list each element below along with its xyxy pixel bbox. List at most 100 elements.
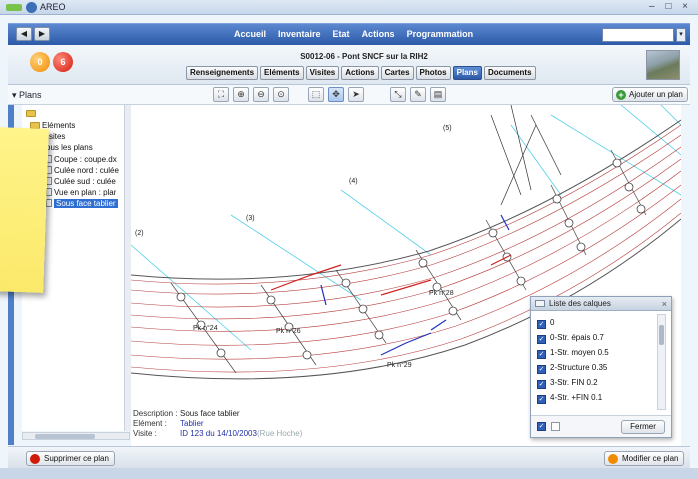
plan-toolbar: ▾ Plans ⛶ ⊕ ⊖ ⊙ ⬚ ✥ ➤ ⤡ ✎ ▤ + Ajouter un… — [8, 85, 690, 105]
tree-item-coupe[interactable]: Coupe : coupe.dx — [46, 155, 117, 166]
tab-documents[interactable]: Documents — [483, 66, 536, 80]
tab-actions[interactable]: Actions — [341, 66, 379, 80]
search-dropdown-icon[interactable]: ▾ — [676, 28, 686, 42]
description-label: Description : — [133, 409, 178, 418]
layers-panel: Liste des calques × ✓ 0 ✓ 0-Str. épais 0.7… — [530, 296, 672, 438]
zoom-reset-icon[interactable]: ⊙ — [273, 87, 289, 102]
alert-badge-orange[interactable]: 0 — [30, 52, 50, 72]
nav-links: Accueil Inventaire Etat Actions Programm… — [234, 29, 473, 39]
delete-plan-label: Supprimer ce plan — [44, 454, 109, 463]
layer-item[interactable]: ✓ 1-Str. moyen 0.5 — [537, 347, 609, 359]
scrollbar-thumb[interactable] — [35, 434, 95, 439]
structure-tabs: Renseignements Eléments Visites Actions … — [186, 66, 536, 80]
back-button[interactable]: ◀ — [16, 27, 32, 41]
forward-button[interactable]: ▶ — [34, 27, 50, 41]
nav-link-accueil[interactable]: Accueil — [234, 29, 266, 39]
tree-root[interactable] — [26, 109, 38, 120]
layers-scrollbar[interactable] — [657, 314, 666, 410]
pile-label-26: Pk n°26 — [276, 327, 301, 335]
close-icon[interactable]: × — [662, 297, 667, 311]
tab-visites[interactable]: Visites — [305, 66, 340, 80]
element-value[interactable]: Tablier — [180, 419, 204, 428]
page-title: S0012-06 - Pont SNCF sur la RIH2 — [300, 52, 428, 61]
layer-item[interactable]: ✓ 4-Str. +FIN 0.1 — [537, 392, 602, 404]
tree-horizontal-scrollbar[interactable] — [22, 432, 130, 440]
plans-section-toggle[interactable]: ▾ Plans — [12, 90, 42, 101]
select-zoom-icon[interactable]: ⬚ — [308, 87, 324, 102]
tree-item-culee-nord[interactable]: Culée nord : culée — [46, 166, 119, 177]
zoom-out-icon[interactable]: ⊖ — [253, 87, 269, 102]
edit-plan-label: Modifier ce plan — [622, 454, 679, 463]
pile-label-24: Pk n°24 — [193, 324, 218, 332]
structure-photo-thumbnail[interactable] — [646, 50, 680, 80]
app-icon — [26, 2, 37, 13]
pile-label-28: Pk n°28 — [429, 289, 454, 297]
plan-info: Description : Sous face tablier Elément :… — [133, 409, 302, 439]
visite-label: Visite : — [133, 429, 157, 438]
pile-label-29: Pk n°29 — [387, 361, 412, 369]
section-label-4: (4) — [349, 178, 358, 185]
add-plan-button[interactable]: + Ajouter un plan — [612, 87, 688, 102]
tab-plans[interactable]: Plans — [452, 66, 482, 80]
battery-icon — [6, 4, 22, 11]
add-plan-label: Ajouter un plan — [629, 90, 683, 99]
checkbox-icon[interactable]: ✓ — [537, 320, 546, 329]
checkbox-icon[interactable]: ✓ — [537, 335, 546, 344]
tree-vertical-scrollbar[interactable] — [124, 105, 131, 431]
layers-footer: ✓ Fermer — [531, 415, 671, 437]
delete-plan-button[interactable]: Supprimer ce plan — [26, 451, 115, 466]
tab-cartes[interactable]: Cartes — [380, 66, 414, 80]
layer-item[interactable]: ✓ 0 — [537, 317, 554, 329]
description-value: Sous face tablier — [180, 409, 240, 418]
pencil-icon[interactable]: ✎ — [410, 87, 426, 102]
edit-plan-button[interactable]: Modifier ce plan — [604, 451, 685, 466]
pan-icon[interactable]: ✥ — [328, 87, 344, 102]
select-all-checkbox[interactable]: ✓ — [537, 422, 546, 431]
section-label-2: (2) — [135, 230, 144, 237]
window-bottom-edge — [0, 468, 698, 479]
layer-item[interactable]: ✓ 0-Str. épais 0.7 — [537, 332, 604, 344]
zoom-in-icon[interactable]: ⊕ — [233, 87, 249, 102]
tree-item-sous-face-tablier[interactable]: Sous face tablier — [46, 199, 118, 210]
tab-elements[interactable]: Eléments — [260, 66, 304, 80]
nav-link-etat[interactable]: Etat — [333, 29, 350, 39]
layers-icon[interactable]: ▤ — [430, 87, 446, 102]
visite-note: (Rue Hoche) — [256, 429, 303, 438]
tree-item-vue-en-plan[interactable]: Vue en plan : plar — [46, 188, 116, 199]
checkbox-icon[interactable]: ✓ — [537, 380, 546, 389]
checkbox-icon[interactable]: ✓ — [537, 350, 546, 359]
document-icon — [46, 188, 52, 196]
nav-link-programmation[interactable]: Programmation — [407, 29, 474, 39]
tree-item-culee-sud[interactable]: Culée sud : culée — [46, 177, 116, 188]
layers-panel-header[interactable]: Liste des calques × — [531, 297, 671, 311]
checkbox-icon[interactable]: ✓ — [537, 365, 546, 374]
scrollbar-thumb[interactable] — [659, 325, 664, 345]
layers-icon — [535, 300, 545, 307]
nav-link-actions[interactable]: Actions — [362, 29, 395, 39]
close-button[interactable]: Fermer — [621, 420, 665, 434]
checkbox-icon[interactable]: ✓ — [537, 395, 546, 404]
deselect-all-checkbox[interactable] — [551, 422, 560, 431]
bottom-actions: Supprimer ce plan Modifier ce plan — [8, 446, 690, 468]
sticky-note[interactable] — [0, 127, 49, 293]
os-title-bar: AREO – □ × — [0, 0, 698, 15]
delete-icon — [30, 454, 40, 464]
tab-photos[interactable]: Photos — [415, 66, 451, 80]
visite-value[interactable]: ID 123 du 14/10/2003 — [180, 429, 257, 438]
folder-icon — [26, 110, 36, 117]
plus-icon: + — [616, 90, 626, 100]
measure-icon[interactable]: ⤡ — [390, 87, 406, 102]
layer-item[interactable]: ✓ 3-Str. FIN 0.2 — [537, 377, 598, 389]
alert-badge-red[interactable]: 6 — [53, 52, 73, 72]
edit-icon — [608, 454, 618, 464]
window-controls[interactable]: – □ × — [649, 1, 692, 12]
layer-item[interactable]: ✓ 2-Structure 0.35 — [537, 362, 607, 374]
section-label-5: (5) — [443, 125, 452, 132]
tab-renseignements[interactable]: Renseignements — [186, 66, 259, 80]
fit-icon[interactable]: ⛶ — [213, 87, 229, 102]
search-input[interactable] — [602, 28, 674, 42]
nav-link-inventaire[interactable]: Inventaire — [278, 29, 321, 39]
section-label-3: (3) — [246, 215, 255, 222]
document-icon — [46, 199, 52, 207]
pointer-icon[interactable]: ➤ — [348, 87, 364, 102]
